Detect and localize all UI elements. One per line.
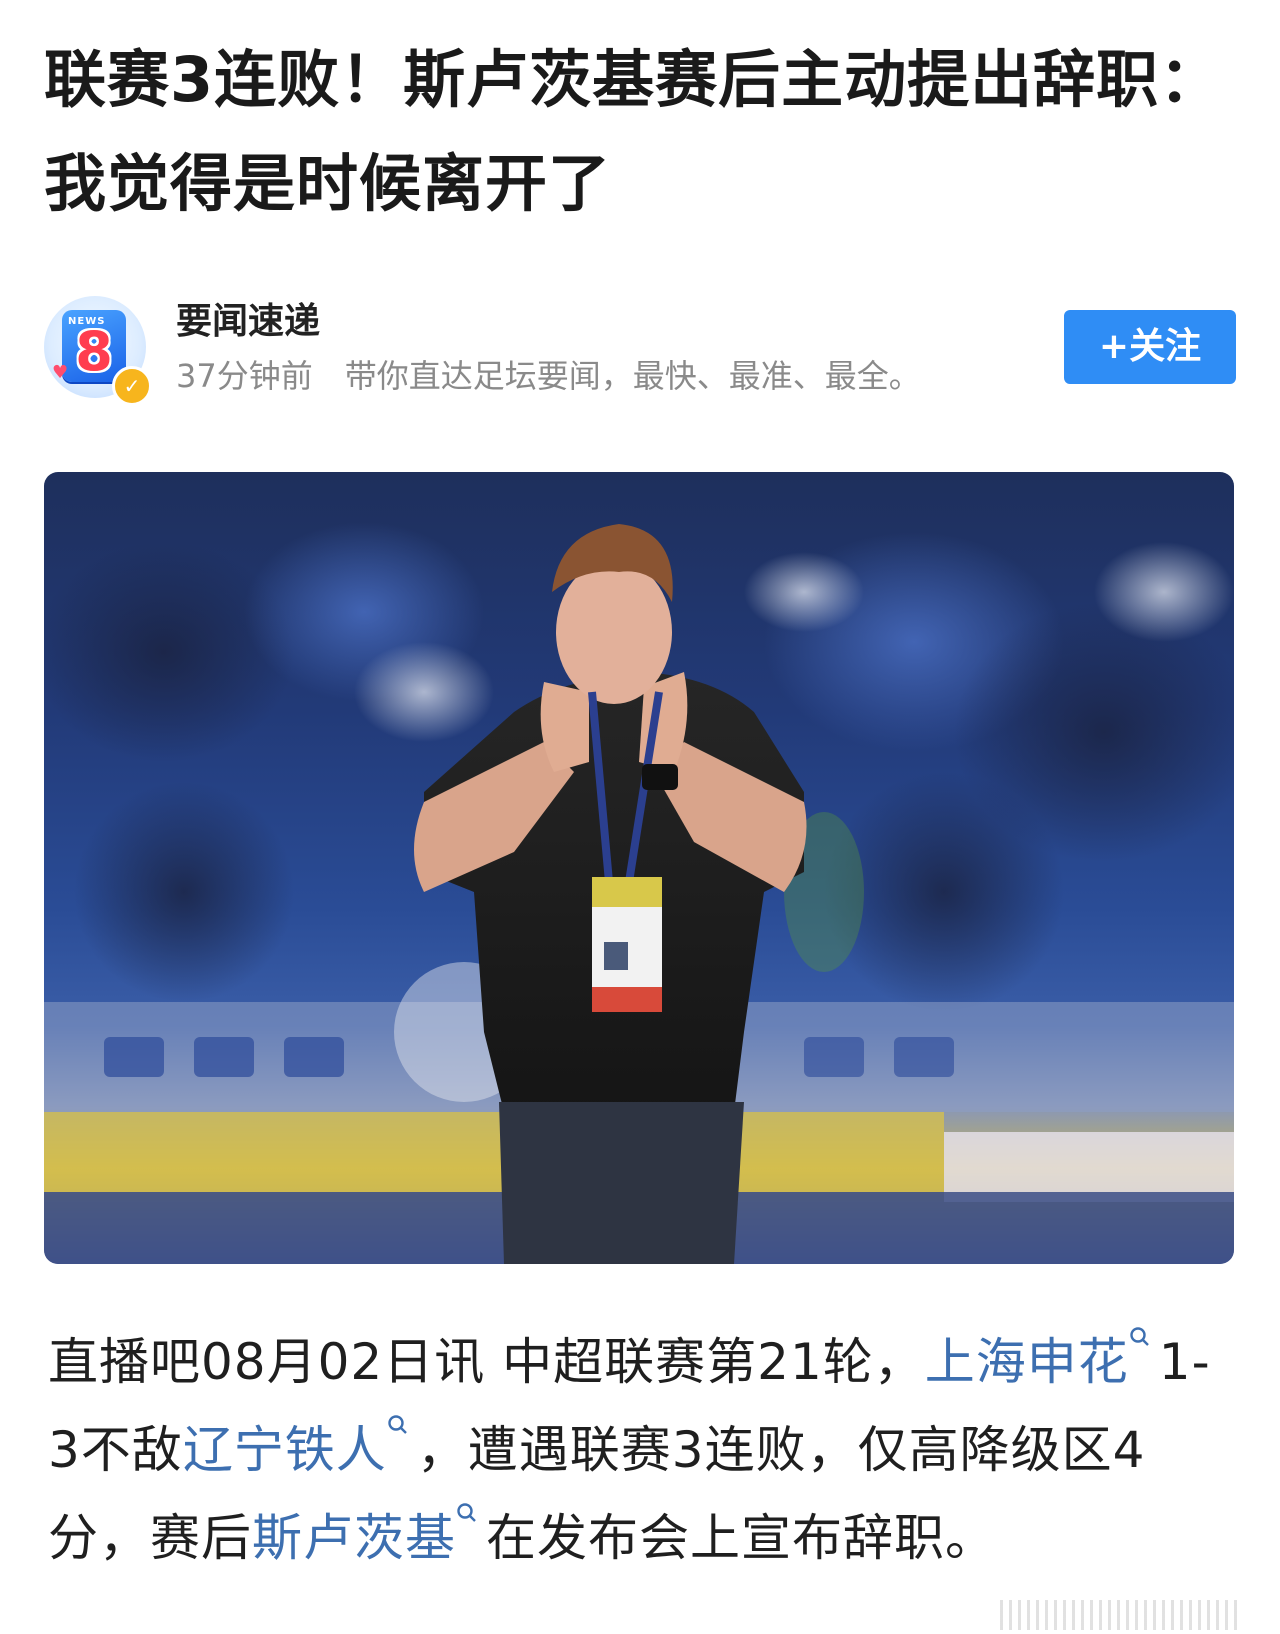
author-name[interactable]: 要闻速递 (176, 300, 320, 344)
watermark (1000, 1600, 1240, 1630)
body-end: 在发布会上宣布辞职。 (486, 1509, 996, 1567)
team-link-label: 辽宁铁人 (182, 1421, 387, 1479)
follow-button[interactable]: +关注 (1064, 310, 1236, 384)
article-body: 直播吧08月02日讯 中超联赛第21轮，上海申花 1-3不敌辽宁铁人 ，遭遇联赛3连… (48, 1318, 1238, 1582)
article-title: 联赛3连败！斯卢茨基赛后主动提出辞职：我觉得是时候离开了 (44, 43, 1223, 220)
search-icon (457, 1503, 476, 1522)
body-intro: 直播吧08月02日讯 中超联赛第21轮， (48, 1333, 925, 1391)
verified-badge-icon: ✓ (112, 366, 152, 406)
coach-photo-illustration (44, 522, 1234, 1264)
author-tagline: 带你直达足坛要闻，最快、最准、最全。 (344, 357, 921, 395)
search-icon (1130, 1327, 1149, 1346)
person-link-label: 斯卢茨基 (252, 1509, 456, 1567)
author-meta: 37分钟前 带你直达足坛要闻，最快、最准、最全。 (176, 356, 921, 396)
team-link-liaoning-tieren[interactable]: 辽宁铁人 (182, 1415, 417, 1479)
team-link-label: 上海申花 (924, 1333, 1129, 1391)
publish-time: 37分钟前 (176, 357, 313, 395)
heart-icon: ♥ (52, 362, 69, 383)
coach-photo[interactable] (44, 472, 1234, 1264)
person-link-slutsky[interactable]: 斯卢茨基 (252, 1503, 486, 1567)
avatar-card: NEWS 8 (62, 310, 126, 382)
search-icon (388, 1415, 407, 1434)
team-link-shanghai-shenhua[interactable]: 上海申花 (924, 1327, 1159, 1391)
